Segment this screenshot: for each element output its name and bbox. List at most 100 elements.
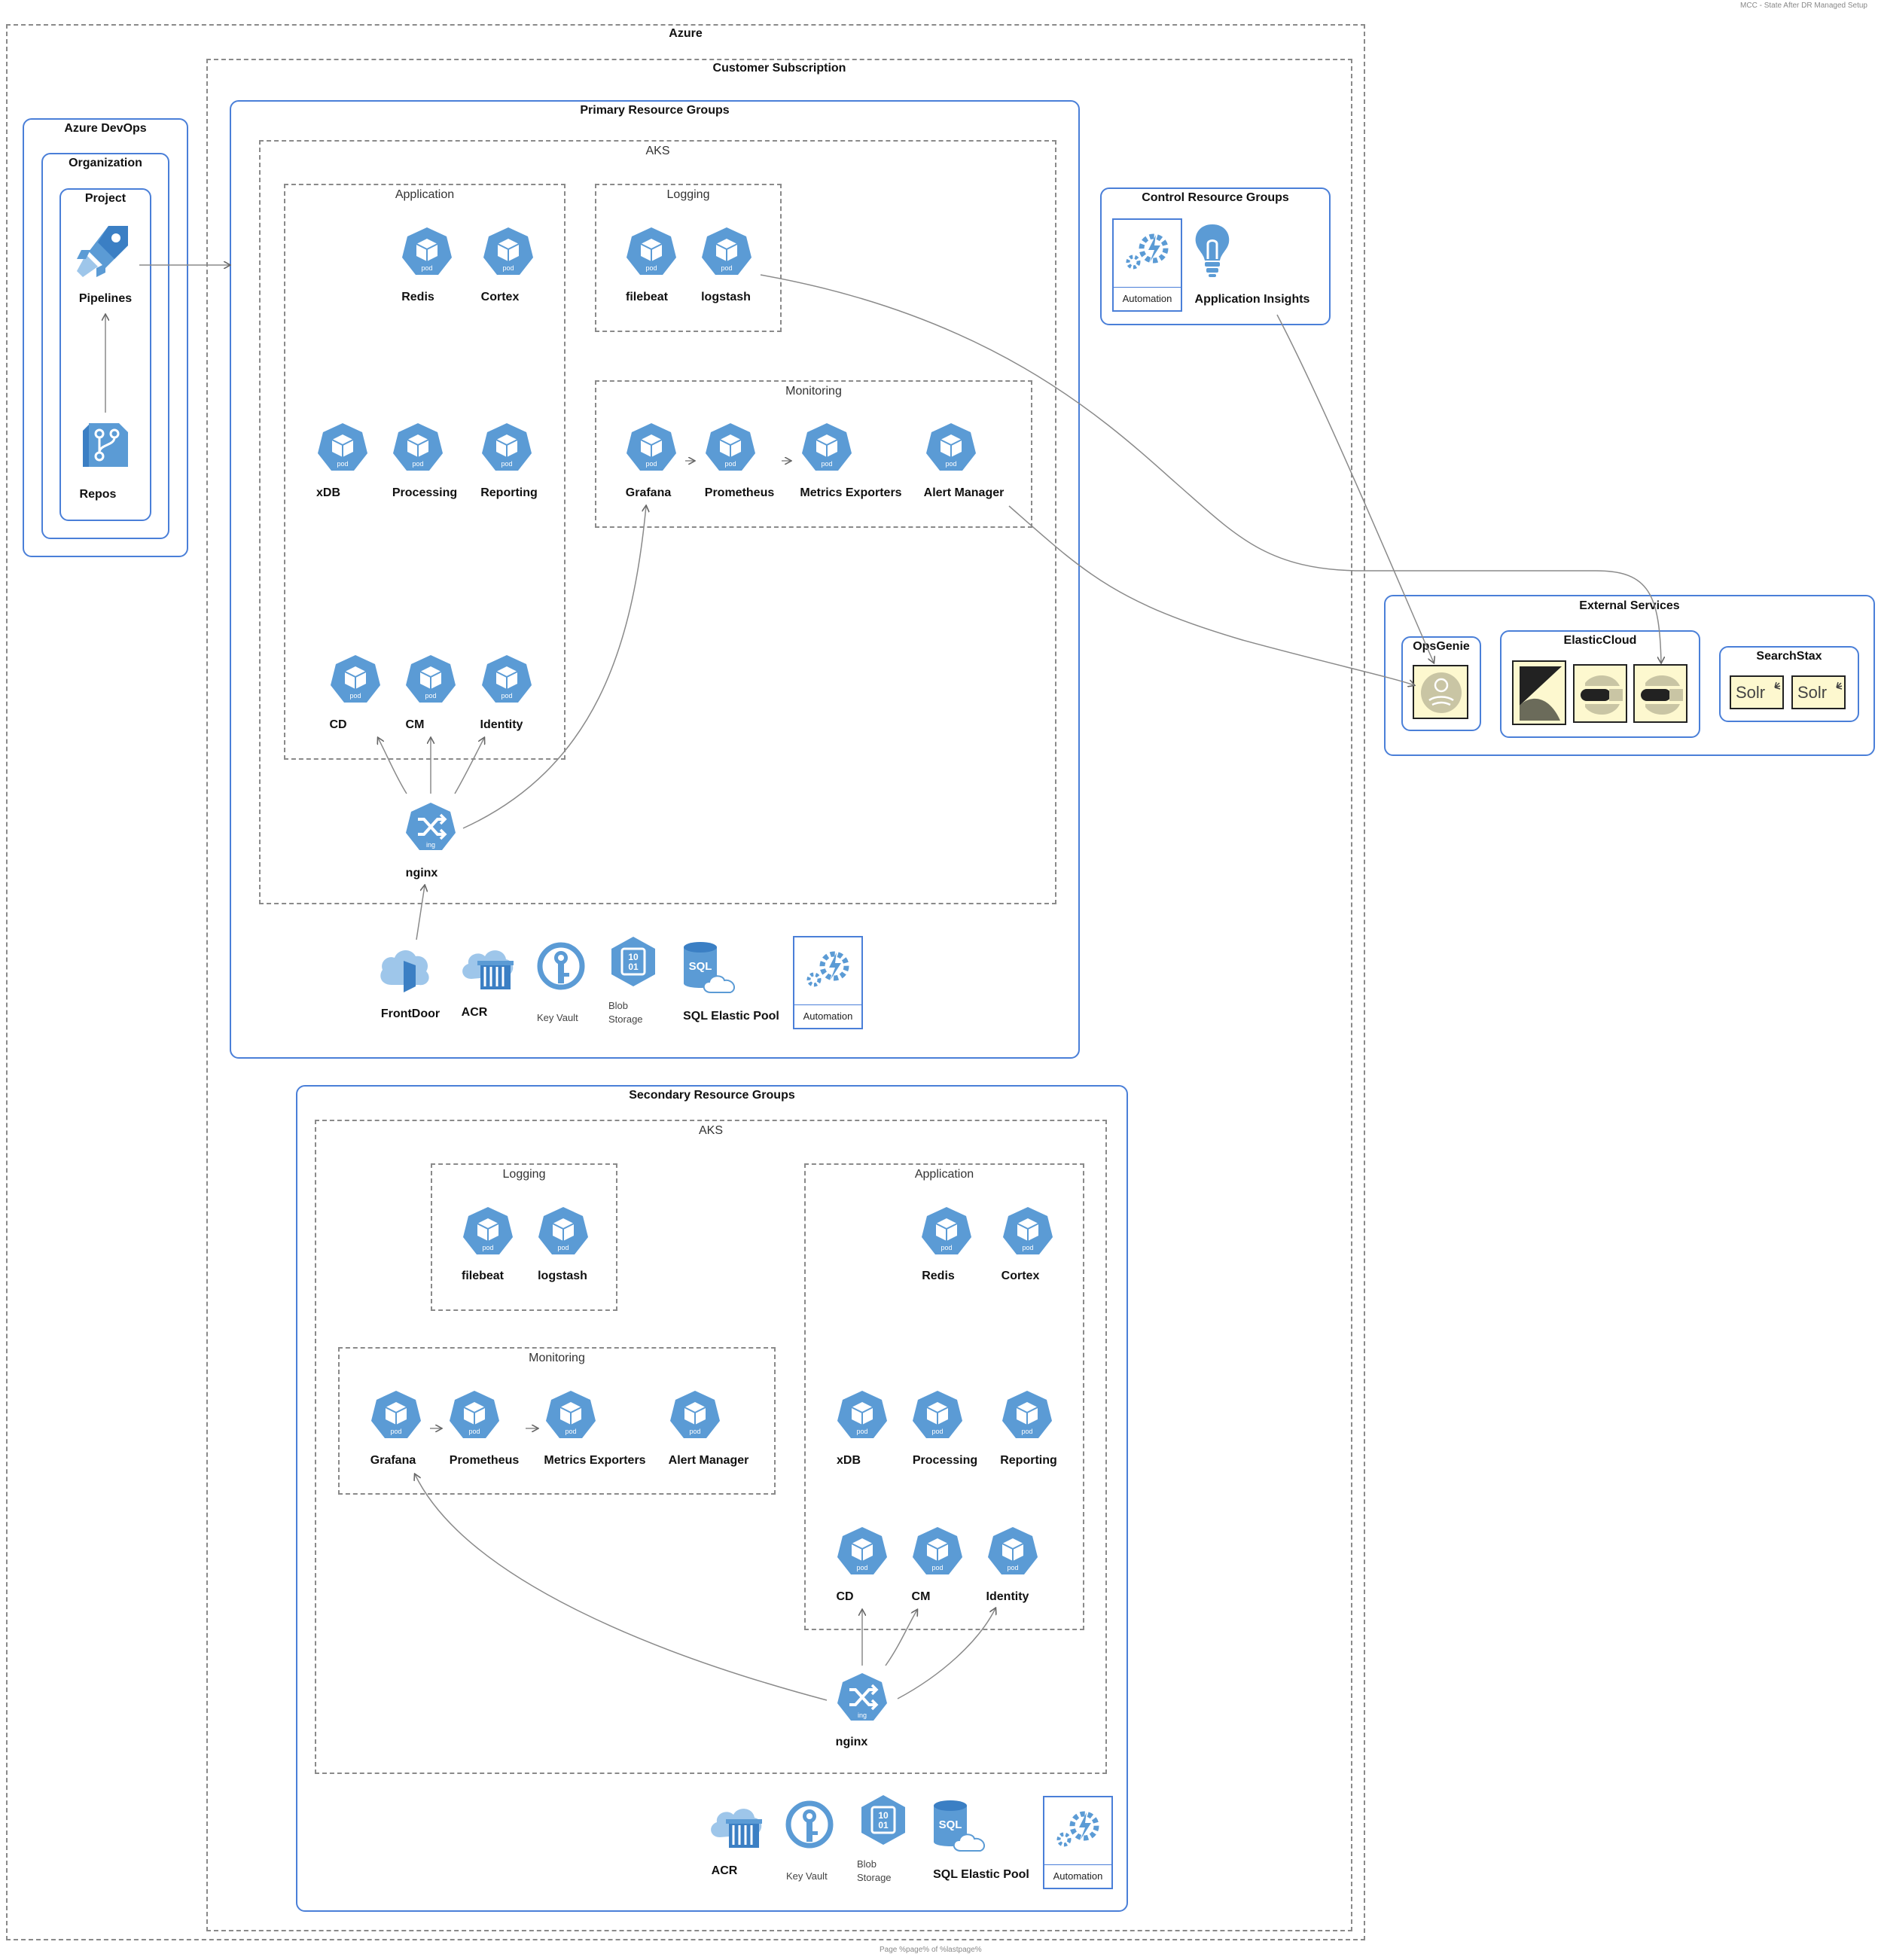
- pod-icon-text: pod: [421, 264, 432, 272]
- solr-service-1[interactable]: Solr: [1730, 675, 1784, 709]
- control-title: Control Resource Groups: [1142, 191, 1289, 204]
- secondary-aks-title: AKS: [698, 1124, 723, 1137]
- pod-icon[interactable]: pod: [448, 1389, 501, 1442]
- pod-icon[interactable]: pod: [537, 1206, 590, 1258]
- pod-icon-text: pod: [337, 460, 348, 468]
- pod-icon[interactable]: pod: [401, 226, 453, 279]
- pod-icon[interactable]: pod: [836, 1526, 889, 1578]
- application-insights-label: Application Insights: [1194, 293, 1310, 306]
- pipelines-icon[interactable]: [75, 224, 133, 279]
- pod-icon[interactable]: pod: [836, 1389, 889, 1442]
- automation-box[interactable]: Automation: [793, 936, 863, 1029]
- pod-icon[interactable]: pod: [482, 226, 535, 279]
- pod-icon-text: pod: [1021, 1428, 1032, 1435]
- pod-icon-text: pod: [821, 460, 832, 468]
- sql-elastic-pool-icon[interactable]: SQL: [681, 940, 741, 995]
- key-vault-icon[interactable]: [535, 940, 587, 992]
- pod-icon-text: pod: [856, 1564, 867, 1571]
- pod-icon[interactable]: pod: [316, 422, 369, 474]
- repos-label: Repos: [79, 488, 117, 501]
- acr-label: ACR: [461, 1006, 488, 1019]
- pod-icon[interactable]: pod: [370, 1389, 422, 1442]
- elasticsearch-service-1[interactable]: [1573, 664, 1627, 723]
- pod-icon[interactable]: pod: [669, 1389, 721, 1442]
- acr-icon[interactable]: [708, 1801, 765, 1851]
- automation-label: Automation: [1044, 1864, 1111, 1888]
- pod-icon[interactable]: pod: [911, 1389, 964, 1442]
- solr-service-2[interactable]: Solr: [1791, 675, 1846, 709]
- blob-storage-label-1: Blob: [608, 1000, 629, 1011]
- pod-label-alert-manager: Alert Manager: [923, 486, 1005, 499]
- pod-icon[interactable]: pod: [911, 1526, 964, 1578]
- pod-icon[interactable]: pod: [986, 1526, 1039, 1578]
- pod-icon[interactable]: pod: [1001, 1389, 1053, 1442]
- searchstax-title: SearchStax: [1756, 650, 1822, 663]
- pod-icon-text: pod: [468, 1428, 480, 1435]
- solr-sun-icon: [1836, 681, 1843, 690]
- pod-icon-text: pod: [945, 460, 956, 468]
- kibana-service[interactable]: [1512, 660, 1566, 725]
- pod-icon-text: pod: [689, 1428, 700, 1435]
- control-automation-box[interactable]: Automation: [1112, 218, 1182, 312]
- pod-icon[interactable]: pod: [704, 422, 757, 474]
- pod-label-xdb: xDB: [316, 486, 341, 499]
- key-vault-label: Key Vault: [786, 1870, 828, 1882]
- pod-label-processing: Processing: [392, 486, 458, 499]
- blob-bits-bottom: 01: [628, 962, 639, 972]
- blob-storage-icon[interactable]: 10 01: [857, 1794, 910, 1846]
- automation-icon: [1120, 223, 1177, 273]
- pod-icon[interactable]: pod: [625, 422, 678, 474]
- automation-icon: [1050, 1800, 1108, 1850]
- elasticsearch-service-2[interactable]: [1633, 664, 1687, 723]
- frontdoor-label: FrontDoor: [380, 1007, 441, 1020]
- primary-title: Primary Resource Groups: [580, 104, 730, 117]
- frontdoor-icon[interactable]: [377, 943, 434, 992]
- application-insights-icon[interactable]: [1193, 221, 1232, 279]
- pod-icon-text: pod: [724, 460, 736, 468]
- kibana-icon: [1520, 666, 1562, 721]
- automation-box[interactable]: Automation: [1043, 1796, 1113, 1889]
- opsgenie-title: OpsGenie: [1413, 640, 1470, 653]
- pod-label-grafana: Grafana: [370, 1454, 416, 1467]
- pod-icon[interactable]: pod: [329, 654, 382, 706]
- pod-icon[interactable]: pod: [1001, 1206, 1054, 1258]
- secondary-application-title: Application: [914, 1168, 974, 1181]
- acr-icon[interactable]: [459, 943, 517, 992]
- pod-label-identity: Identity: [986, 1590, 1029, 1603]
- key-vault-icon[interactable]: [783, 1798, 836, 1851]
- pod-label-alert-manager: Alert Manager: [668, 1454, 749, 1467]
- pod-icon[interactable]: pod: [480, 422, 533, 474]
- pod-icon[interactable]: pod: [480, 654, 533, 706]
- pod-icon[interactable]: pod: [920, 1206, 973, 1258]
- pod-icon[interactable]: pod: [404, 654, 457, 706]
- elasticsearch-icon: [1641, 675, 1683, 715]
- pod-icon[interactable]: pod: [800, 422, 853, 474]
- devops-title: Azure DevOps: [64, 122, 147, 135]
- pipelines-label: Pipelines: [78, 292, 133, 305]
- pod-icon[interactable]: pod: [625, 226, 678, 279]
- pod-icon-text: pod: [931, 1428, 943, 1435]
- organization-title: Organization: [69, 157, 142, 169]
- blob-storage-label-2: Storage: [857, 1872, 892, 1883]
- primary-aks-title: AKS: [645, 145, 670, 157]
- pod-icon-text: pod: [502, 264, 514, 272]
- external-title: External Services: [1579, 599, 1680, 612]
- opsgenie-service[interactable]: [1413, 665, 1468, 719]
- repos-icon[interactable]: [81, 420, 131, 470]
- pod-icon[interactable]: pod: [462, 1206, 514, 1258]
- page-header-title: MCC - State After DR Managed Setup: [1740, 2, 1867, 10]
- blob-bits-top: 10: [878, 1810, 889, 1821]
- pod-icon-text: pod: [721, 264, 732, 272]
- pod-icon[interactable]: pod: [544, 1389, 597, 1442]
- ingress-icon[interactable]: ing: [404, 801, 457, 854]
- ingress-icon[interactable]: ing: [836, 1672, 889, 1724]
- page-footer: Page %page% of %lastpage%: [880, 1946, 982, 1954]
- pod-icon[interactable]: pod: [925, 422, 977, 474]
- sql-elastic-pool-icon[interactable]: SQL: [931, 1798, 991, 1854]
- pod-icon-text: pod: [425, 692, 436, 700]
- solr-label-2: Solr: [1797, 683, 1828, 702]
- pod-icon[interactable]: pod: [392, 422, 444, 474]
- pod-icon[interactable]: pod: [700, 226, 753, 279]
- blob-storage-icon[interactable]: 10 01: [607, 935, 660, 988]
- key-vault-label: Key Vault: [537, 1012, 578, 1023]
